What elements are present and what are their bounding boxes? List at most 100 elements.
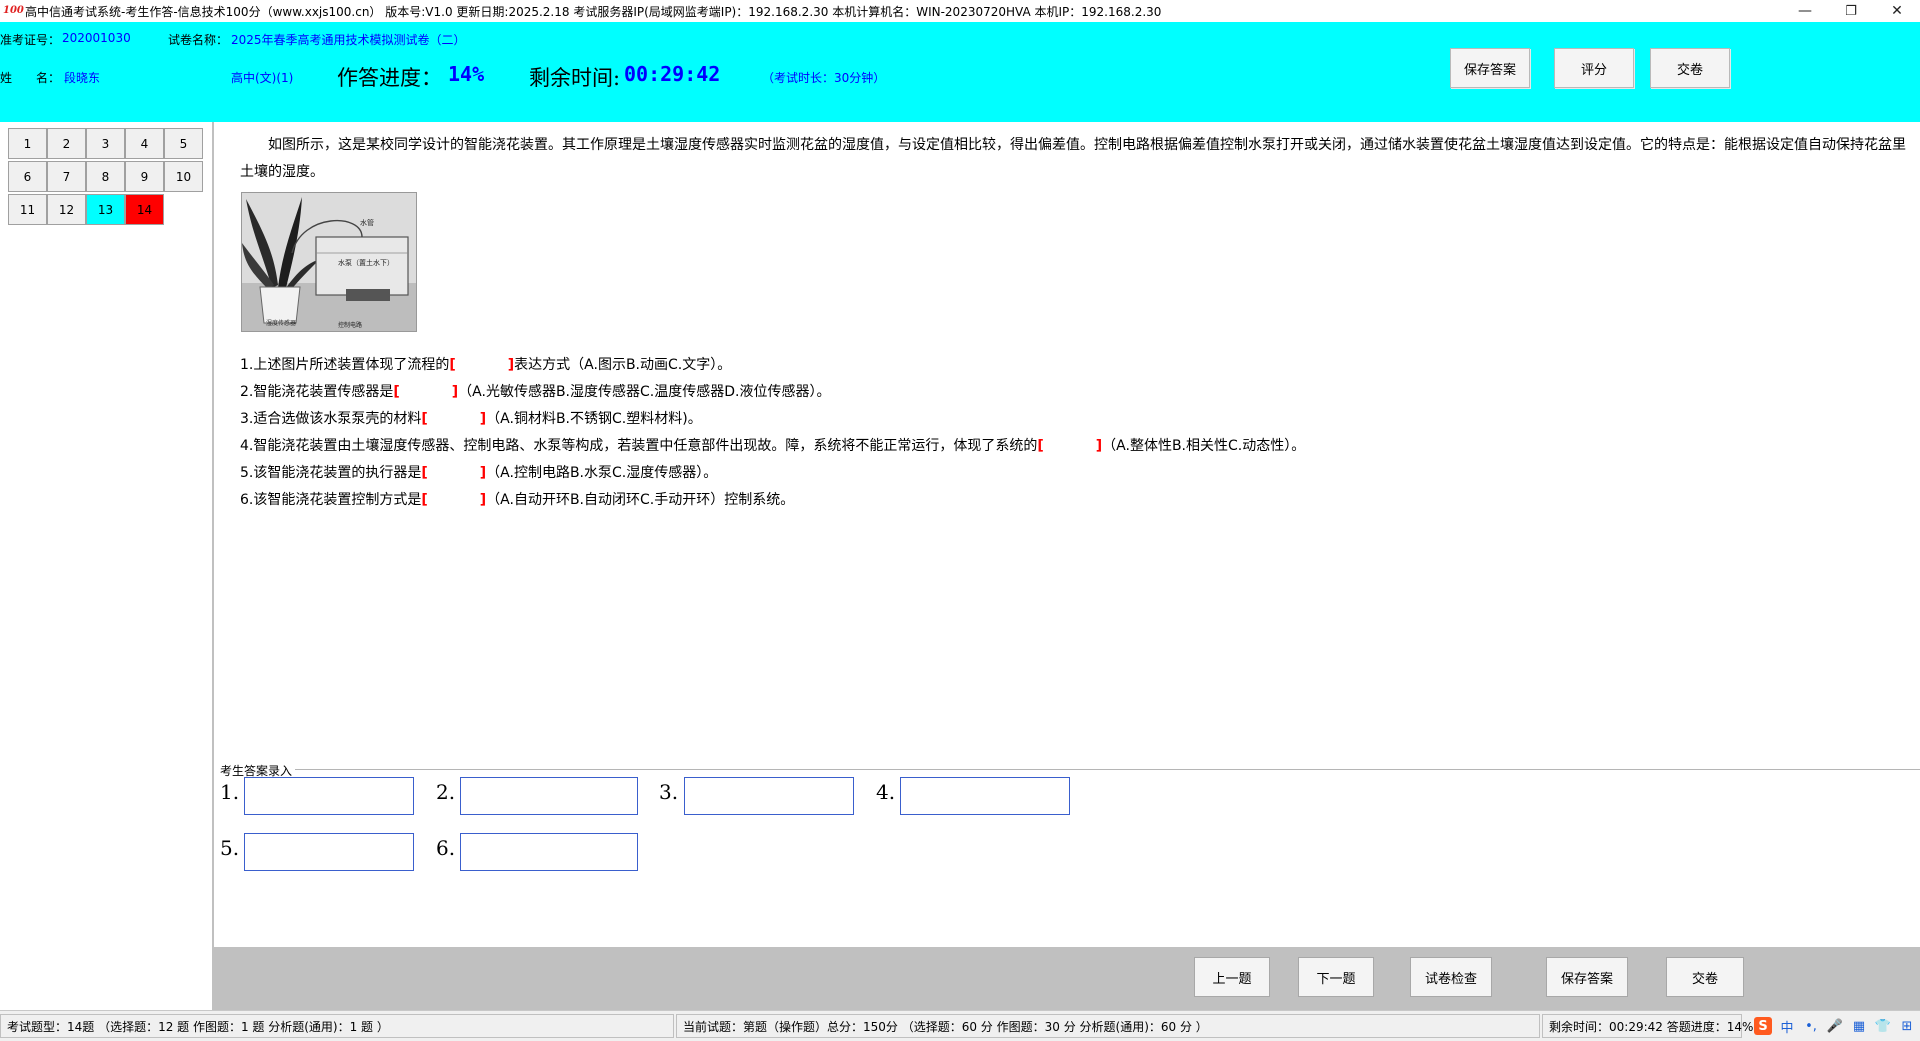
blank-open-bracket: [ — [393, 384, 400, 400]
student-name-label: 姓 名： — [0, 71, 61, 85]
question-nav-item[interactable]: 9 — [125, 161, 164, 192]
question-nav-item[interactable]: 14 — [125, 194, 164, 225]
sub-question-options: （A.控制电路B.水泵C.湿度传感器）。 — [486, 465, 718, 481]
question-panel: 如图所示，这是某校同学设计的智能浇花装置。其工作原理是土壤湿度传感器实时监测花盆… — [214, 122, 1920, 762]
question-nav-item[interactable]: 13 — [86, 194, 125, 225]
bottom-save-answer-button[interactable]: 保存答案 — [1546, 957, 1628, 997]
question-nav-item[interactable]: 4 — [125, 128, 164, 159]
remaining-label: 剩余时间: — [529, 66, 621, 90]
question-intro: 如图所示，这是某校同学设计的智能浇花装置。其工作原理是土壤湿度传感器实时监测花盆… — [240, 137, 1906, 180]
blank-open-bracket: [ — [1037, 438, 1044, 454]
answer-blank: [] — [449, 352, 514, 379]
answer-input-1[interactable] — [244, 777, 414, 815]
label-pump: 水泵（置土水下） — [338, 258, 394, 267]
window-title: 高中信通考试系统-考生作答-信息技术100分（www.xxjs100.cn） 版… — [25, 4, 1162, 19]
status-question-types: 考试题型：14题 （选择题：12 题 作图题：1 题 分析题(通用)：1 题 ） — [0, 1014, 674, 1038]
blank-open-bracket: [ — [421, 411, 428, 427]
sub-question-options: 表达方式（A.图示B.动画C.文字）。 — [514, 357, 732, 373]
exam-id-value: 202001030 — [62, 31, 131, 45]
device-photo: 水管 水泵（置土水下） 湿度传感器 控制电路 — [241, 192, 417, 332]
minimize-button[interactable]: — — [1782, 0, 1828, 22]
exam-id-label: 准考证号： — [0, 33, 61, 47]
question-nav-item[interactable]: 8 — [86, 161, 125, 192]
sub-question: 2.智能浇花装置传感器是[]（A.光敏传感器B.湿度传感器C.温度传感器D.液位… — [240, 379, 1305, 406]
sub-question-text: 6.该智能浇花装置控制方式是 — [240, 492, 422, 508]
status-remaining: 剩余时间：00:29:42 答题进度：14% — [1542, 1014, 1753, 1038]
paper-check-button[interactable]: 试卷检查 — [1410, 957, 1492, 997]
question-nav-item[interactable]: 3 — [86, 128, 125, 159]
answer-blank: [] — [421, 460, 486, 487]
exam-header: 准考证号： 202001030 试卷名称： 2025年春季高考通用技术模拟测试卷… — [0, 22, 1920, 122]
question-navigator: 1 2 3 4 5 6 7 8 9 10 11 12 13 14 — [0, 122, 214, 1010]
sub-question-options: （A.铜材料B.不锈钢C.塑料材料)。 — [486, 411, 702, 427]
skin-icon[interactable]: 👕 — [1874, 1017, 1892, 1035]
progress-value: 14% — [448, 62, 485, 86]
sub-question: 5.该智能浇花装置的执行器是[]（A.控制电路B.水泵C.湿度传感器）。 — [240, 460, 1305, 487]
answer-input-2[interactable] — [460, 777, 638, 815]
answer-label-2: 2. — [436, 780, 456, 804]
sub-question: 6.该智能浇花装置控制方式是[]（A.自动开环B.自动闭环C.手动开环）控制系统… — [240, 487, 1305, 514]
question-nav-item[interactable]: 2 — [47, 128, 86, 159]
answer-label-1: 1. — [220, 780, 240, 804]
sub-question-options: （A.光敏传感器B.湿度传感器C.温度传感器D.液位传感器）。 — [458, 384, 831, 400]
sub-question-text: 4.智能浇花装置由土壤湿度传感器、控制电路、水泵等构成，若装置中任意部件出现故。… — [240, 438, 1038, 454]
answer-input-5[interactable] — [244, 833, 414, 871]
sub-question-text: 3.适合选做该水泵泵壳的材料 — [240, 411, 422, 427]
paper-name-value: 2025年春季高考通用技术模拟测试卷（二） — [231, 33, 466, 47]
ime-logo-icon[interactable]: S — [1754, 1017, 1772, 1035]
answer-input-3[interactable] — [684, 777, 854, 815]
chinese-mode-icon[interactable]: 中 — [1778, 1017, 1796, 1036]
sub-question-list: 1.上述图片所述装置体现了流程的[]表达方式（A.图示B.动画C.文字）。 2.智… — [240, 352, 1305, 514]
score-button[interactable]: 评分 — [1554, 48, 1634, 88]
answer-blank: [] — [421, 487, 486, 514]
sub-question: 3.适合选做该水泵泵壳的材料[]（A.铜材料B.不锈钢C.塑料材料)。 — [240, 406, 1305, 433]
label-water-pipe: 水管 — [360, 218, 374, 227]
question-nav-item[interactable]: 10 — [164, 161, 203, 192]
submit-button[interactable]: 交卷 — [1650, 48, 1730, 88]
answer-label-3: 3. — [659, 780, 679, 804]
question-nav-item[interactable]: 11 — [8, 194, 47, 225]
toolbox-icon[interactable]: ⊞ — [1898, 1017, 1916, 1035]
answer-input-6[interactable] — [460, 833, 638, 871]
question-nav-item[interactable]: 1 — [8, 128, 47, 159]
status-bar: 考试题型：14题 （选择题：12 题 作图题：1 题 分析题(通用)：1 题 ）… — [0, 1010, 1920, 1041]
answer-input-4[interactable] — [900, 777, 1070, 815]
next-question-button[interactable]: 下一题 — [1298, 957, 1374, 997]
blank-open-bracket: [ — [421, 465, 428, 481]
bottom-submit-button[interactable]: 交卷 — [1666, 957, 1744, 997]
answer-blank: [] — [421, 406, 486, 433]
remaining-time: 00:29:42 — [624, 62, 721, 86]
status-current-question: 当前试题：第题（操作题）总分：150分 （选择题：60 分 作图题：30 分 分… — [676, 1014, 1540, 1038]
answer-blank: [] — [393, 379, 458, 406]
duration-note: （考试时长：30分钟） — [762, 71, 886, 85]
sub-question-options: （A.自动开环B.自动闭环C.手动开环）控制系统。 — [486, 492, 795, 508]
title-bar: 100 高中信通考试系统-考生作答-信息技术100分（www.xxjs100.c… — [0, 0, 1920, 22]
app-logo-icon: 100 — [3, 5, 24, 16]
close-button[interactable]: ✕ — [1874, 0, 1920, 22]
label-circuit: 控制电路 — [338, 321, 362, 329]
restore-button[interactable]: ❐ — [1828, 0, 1874, 22]
answer-label-4: 4. — [876, 780, 896, 804]
question-nav-item[interactable]: 5 — [164, 128, 203, 159]
sub-question-text: 2.智能浇花装置传感器是 — [240, 384, 394, 400]
save-answer-button[interactable]: 保存答案 — [1450, 48, 1530, 88]
question-nav-item[interactable]: 7 — [47, 161, 86, 192]
prev-question-button[interactable]: 上一题 — [1194, 957, 1270, 997]
answer-entry-panel: 考生答案录入 1. 2. 3. 4. 5. 6. — [214, 762, 1920, 947]
keyboard-icon[interactable]: ▦ — [1850, 1017, 1868, 1035]
bottom-button-bar: 上一题 下一题 试卷检查 保存答案 交卷 — [214, 947, 1920, 1010]
label-sensor: 湿度传感器 — [266, 319, 296, 327]
sub-question: 1.上述图片所述装置体现了流程的[]表达方式（A.图示B.动画C.文字）。 — [240, 352, 1305, 379]
answer-divider — [284, 769, 1920, 770]
system-tray: S 中 •, 🎤 ▦ 👕 ⊞ — [1754, 1015, 1916, 1037]
blank-open-bracket: [ — [449, 357, 456, 373]
question-nav-item[interactable]: 12 — [47, 194, 86, 225]
sub-question-options: （A.整体性B.相关性C.动态性）。 — [1102, 438, 1306, 454]
punctuation-icon[interactable]: •, — [1802, 1017, 1820, 1035]
student-name-value: 段晓东 — [64, 71, 101, 85]
paper-name-label: 试卷名称： — [168, 33, 229, 47]
sub-question-text: 5.该智能浇花装置的执行器是 — [240, 465, 422, 481]
sub-question: 4.智能浇花装置由土壤湿度传感器、控制电路、水泵等构成，若装置中任意部件出现故。… — [240, 433, 1305, 460]
question-nav-item[interactable]: 6 — [8, 161, 47, 192]
microphone-icon[interactable]: 🎤 — [1826, 1017, 1844, 1035]
